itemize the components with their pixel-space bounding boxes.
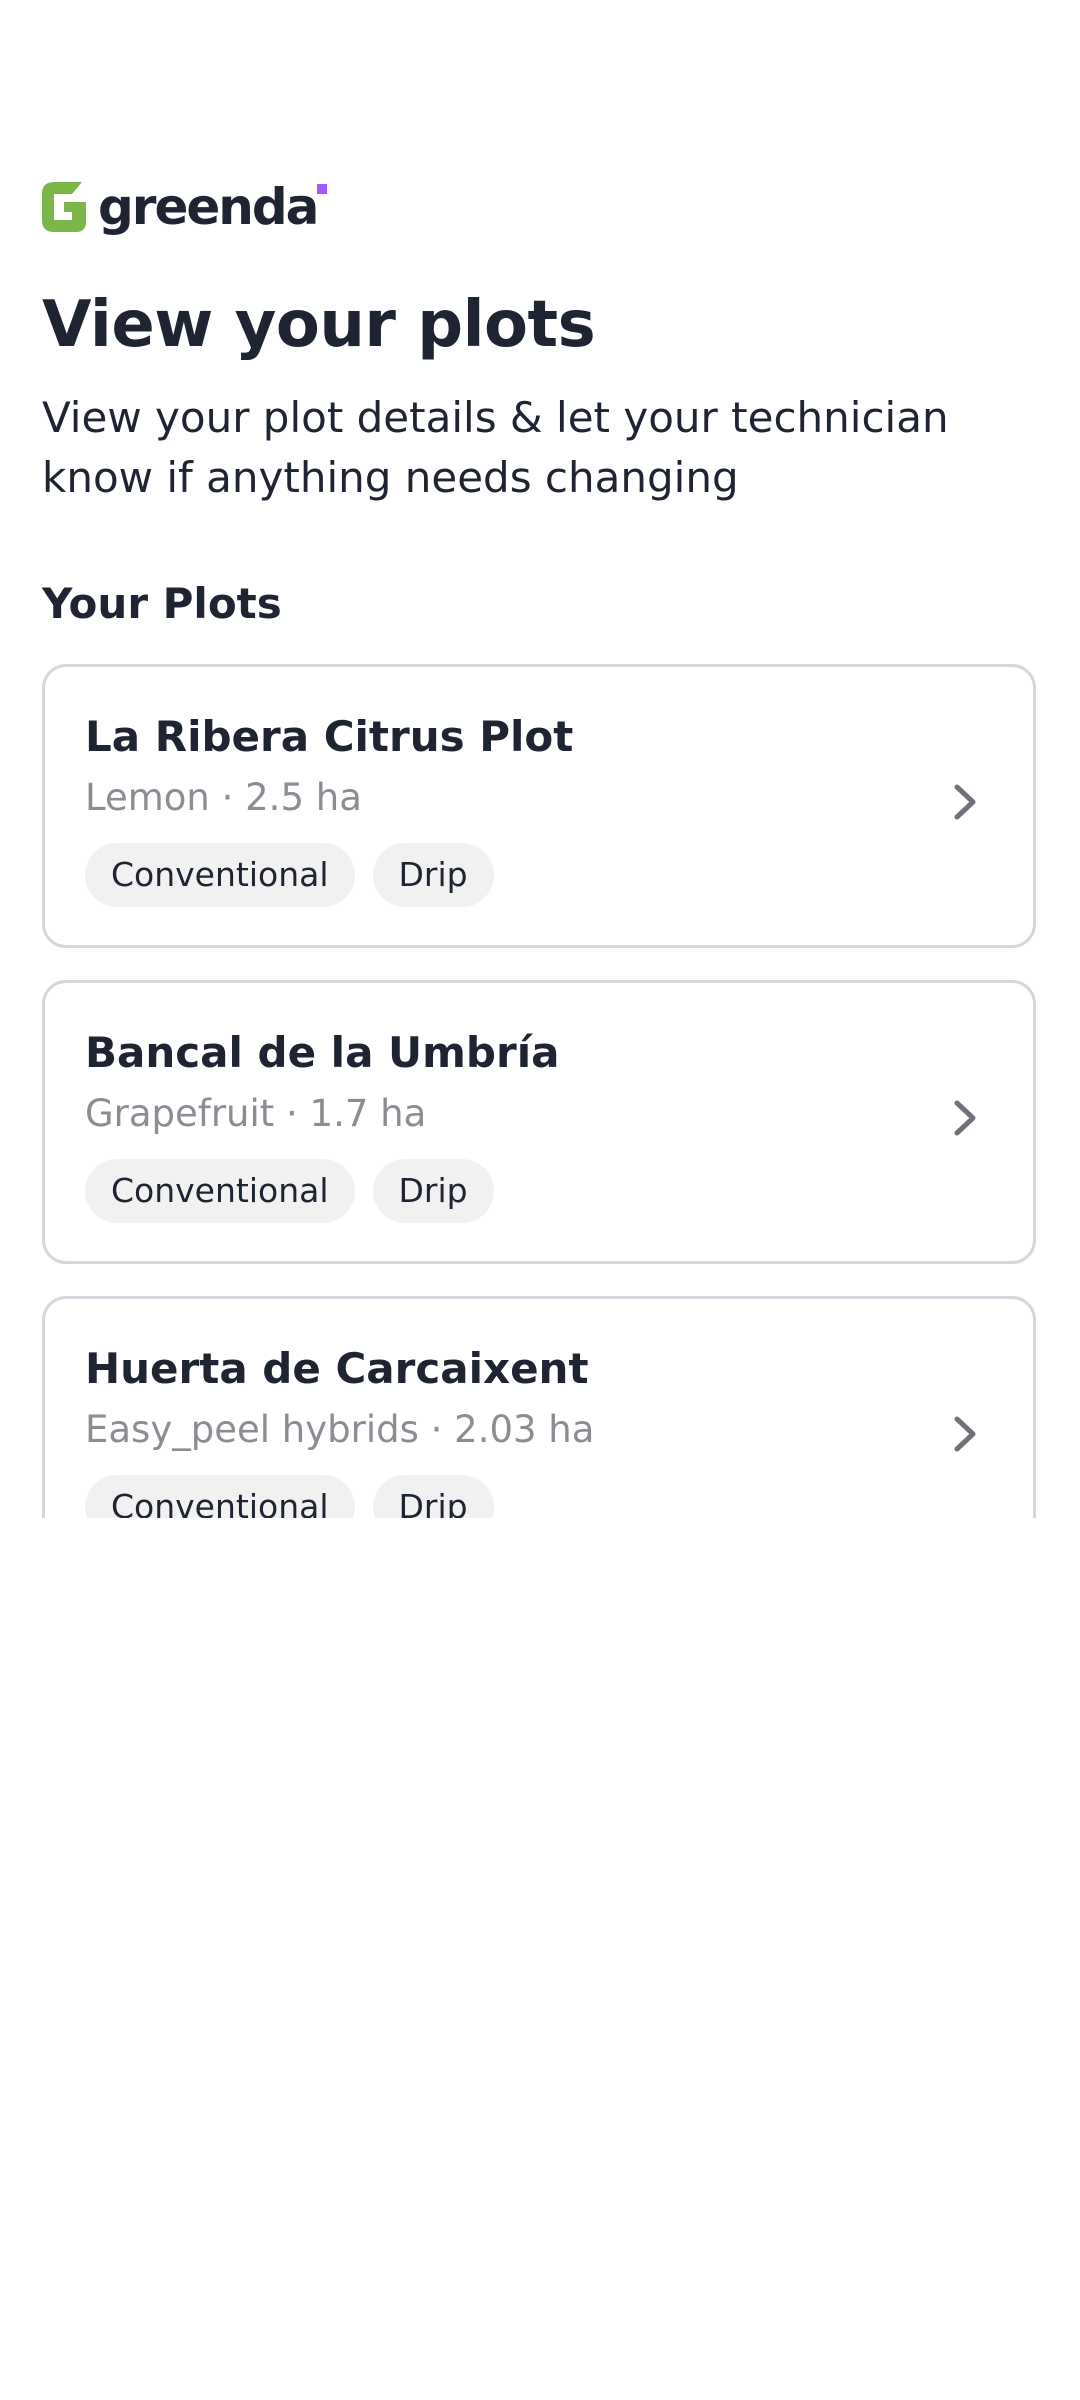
brand-logo: greenda: [42, 178, 328, 232]
plot-card[interactable]: Huerta de Carcaixent Easy_peel hybrids ·…: [42, 1296, 1036, 1518]
section-title-your-plots: Your Plots: [42, 579, 282, 628]
tag-irrigation: Drip: [372, 1475, 494, 1518]
brand-name: greenda: [98, 182, 328, 232]
plot-name: Bancal de la Umbría: [85, 1028, 560, 1077]
plot-card[interactable]: La Ribera Citrus Plot Lemon · 2.5 ha Con…: [42, 664, 1036, 948]
chevron-right-icon: [954, 1100, 976, 1136]
tag-farming-type: Conventional: [85, 1159, 355, 1223]
tag-farming-type: Conventional: [85, 843, 355, 907]
plot-tags: Conventional Drip: [85, 1159, 494, 1223]
chevron-right-icon: [954, 784, 976, 820]
chevron-right-icon: [954, 1416, 976, 1452]
plot-tags: Conventional Drip: [85, 1475, 494, 1518]
page-title: View your plots: [42, 288, 596, 362]
plot-name: Huerta de Carcaixent: [85, 1344, 589, 1393]
plot-card[interactable]: Bancal de la Umbría Grapefruit · 1.7 ha …: [42, 980, 1036, 1264]
brand-accent-dot: [317, 184, 328, 194]
plot-name: La Ribera Citrus Plot: [85, 712, 574, 761]
plot-meta: Lemon · 2.5 ha: [85, 776, 362, 819]
tag-irrigation: Drip: [372, 1159, 494, 1223]
plot-meta: Grapefruit · 1.7 ha: [85, 1092, 427, 1135]
plot-tags: Conventional Drip: [85, 843, 494, 907]
greenda-logo-icon: [42, 182, 86, 232]
tag-irrigation: Drip: [372, 843, 494, 907]
page-subtitle: View your plot details & let your techni…: [42, 393, 949, 502]
plot-meta: Easy_peel hybrids · 2.03 ha: [85, 1408, 595, 1451]
tag-farming-type: Conventional: [85, 1475, 355, 1518]
plot-list[interactable]: La Ribera Citrus Plot Lemon · 2.5 ha Con…: [0, 664, 1080, 1518]
